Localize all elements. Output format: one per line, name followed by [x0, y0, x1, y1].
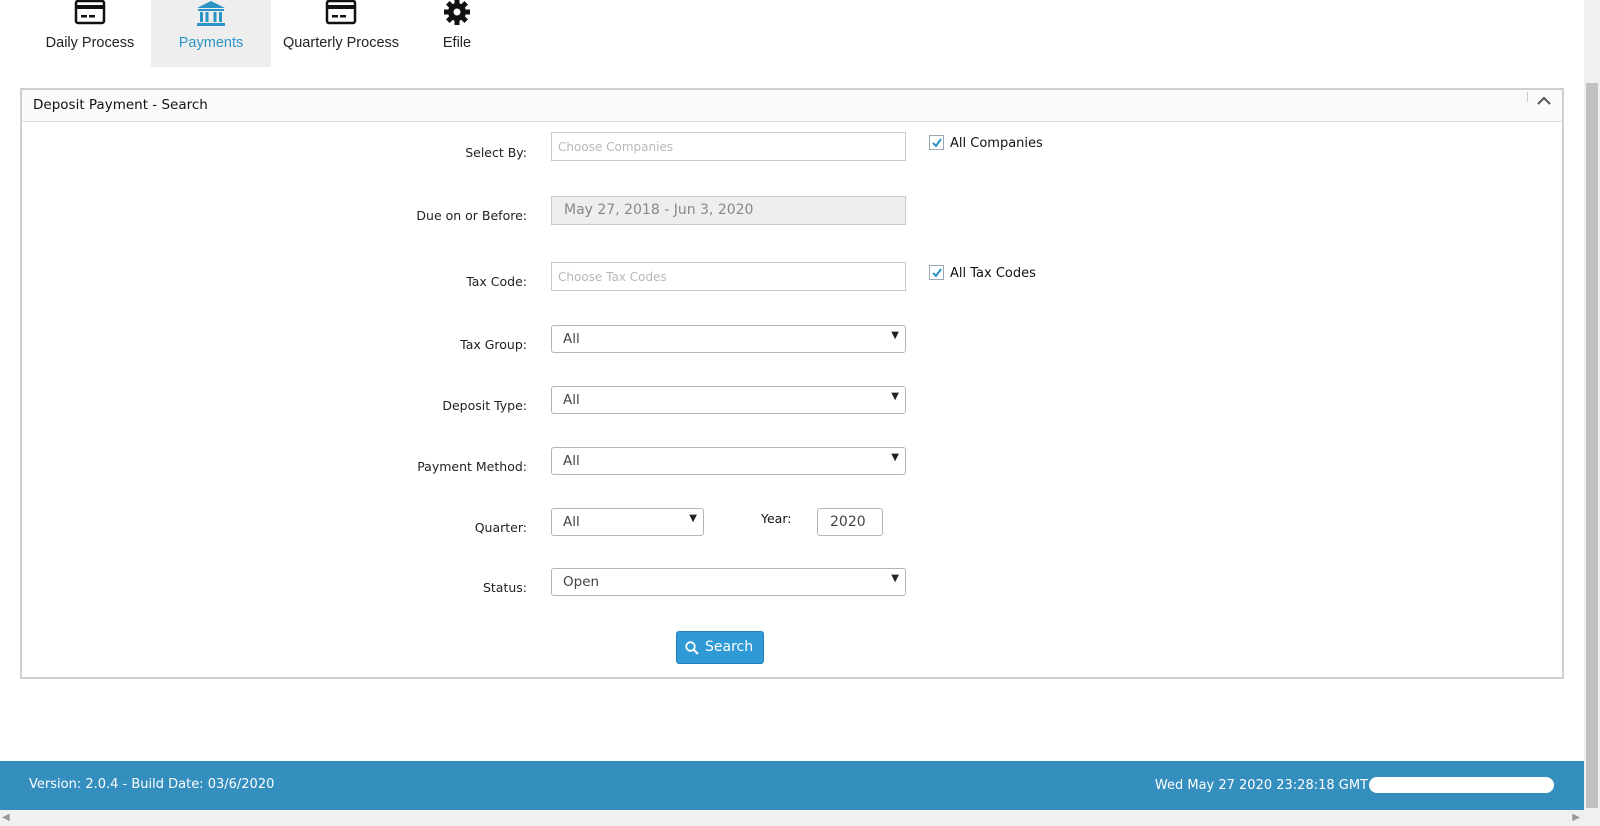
due-on-or-before-label: Due on or Before:	[416, 208, 527, 223]
tab-label: Daily Process	[45, 35, 135, 51]
deposit-type-select[interactable]: All ▼	[551, 386, 906, 414]
year-label: Year:	[761, 511, 792, 526]
status-label: Status:	[482, 580, 527, 595]
quarter-select[interactable]: All ▼	[551, 508, 704, 536]
dropdown-arrow-icon: ▼	[689, 513, 697, 524]
credit-card-icon	[325, 0, 357, 25]
quarter-label: Quarter:	[474, 520, 527, 535]
footer: Version: 2.0.4 - Build Date: 03/6/2020 W…	[0, 761, 1584, 810]
top-nav: Daily Process Payments Quarterly Process…	[0, 0, 1580, 67]
scrollbar-thumb[interactable]	[1586, 83, 1598, 808]
scroll-left-arrow-icon[interactable]: ◀	[2, 812, 10, 823]
bank-icon	[197, 1, 225, 26]
tab-daily-process[interactable]: Daily Process	[40, 0, 140, 67]
tax-code-label: Tax Code:	[466, 274, 527, 289]
checkmark-icon	[932, 268, 942, 278]
chevron-up-icon[interactable]	[1536, 94, 1552, 108]
checkmark-icon	[932, 138, 942, 148]
search-icon	[685, 641, 699, 655]
header-divider	[1527, 92, 1528, 102]
deposit-type-label: Deposit Type:	[442, 398, 527, 413]
tax-group-value: All	[563, 331, 580, 347]
dropdown-arrow-icon: ▼	[891, 452, 899, 463]
payment-method-value: All	[563, 453, 580, 469]
tax-group-label: Tax Group:	[460, 337, 527, 352]
all-tax-codes-label: All Tax Codes	[950, 266, 1036, 281]
all-tax-codes-checkbox[interactable]	[929, 265, 944, 280]
deposit-type-value: All	[563, 392, 580, 408]
all-companies-label: All Companies	[950, 136, 1043, 151]
footer-datetime: Wed May 27 2020 23:28:18 GMT	[1154, 778, 1368, 793]
redacted-block	[1369, 777, 1554, 793]
scroll-right-arrow-icon[interactable]: ▶	[1572, 812, 1580, 823]
tab-label: Efile	[442, 35, 472, 51]
select-by-label: Select By:	[465, 145, 527, 160]
date-range-input[interactable]: May 27, 2018 - Jun 3, 2020	[551, 196, 906, 225]
choose-companies-input[interactable]: Choose Companies	[551, 132, 906, 161]
gear-icon	[444, 0, 470, 25]
payment-method-label: Payment Method:	[417, 459, 527, 474]
credit-card-icon	[74, 0, 106, 25]
tab-efile[interactable]: Efile	[424, 0, 490, 67]
horizontal-scrollbar[interactable]: ◀ ▶	[0, 810, 1600, 826]
panel-title: Deposit Payment - Search	[33, 97, 208, 113]
payment-method-select[interactable]: All ▼	[551, 447, 906, 475]
dropdown-arrow-icon: ▼	[891, 573, 899, 584]
quarter-value: All	[563, 514, 580, 530]
dropdown-arrow-icon: ▼	[891, 391, 899, 402]
search-button-label: Search	[705, 639, 754, 655]
vertical-scrollbar[interactable]	[1584, 0, 1600, 810]
tab-payments[interactable]: Payments	[151, 0, 271, 67]
status-value: Open	[563, 574, 600, 590]
version-info: Version: 2.0.4 - Build Date: 03/6/2020	[29, 777, 275, 792]
tab-label: Quarterly Process	[282, 35, 400, 51]
status-select[interactable]: Open ▼	[551, 568, 906, 596]
dropdown-arrow-icon: ▼	[891, 330, 899, 341]
tab-label: Payments	[178, 35, 244, 51]
choose-tax-codes-input[interactable]: Choose Tax Codes	[551, 262, 906, 291]
all-companies-checkbox[interactable]	[929, 135, 944, 150]
tab-quarterly-process[interactable]: Quarterly Process	[280, 0, 402, 67]
year-input[interactable]: 2020	[817, 508, 883, 536]
search-button[interactable]: Search	[676, 631, 764, 664]
page: Daily Process Payments Quarterly Process…	[0, 0, 1600, 826]
panel-header: Deposit Payment - Search	[22, 90, 1562, 122]
tax-group-select[interactable]: All ▼	[551, 325, 906, 353]
